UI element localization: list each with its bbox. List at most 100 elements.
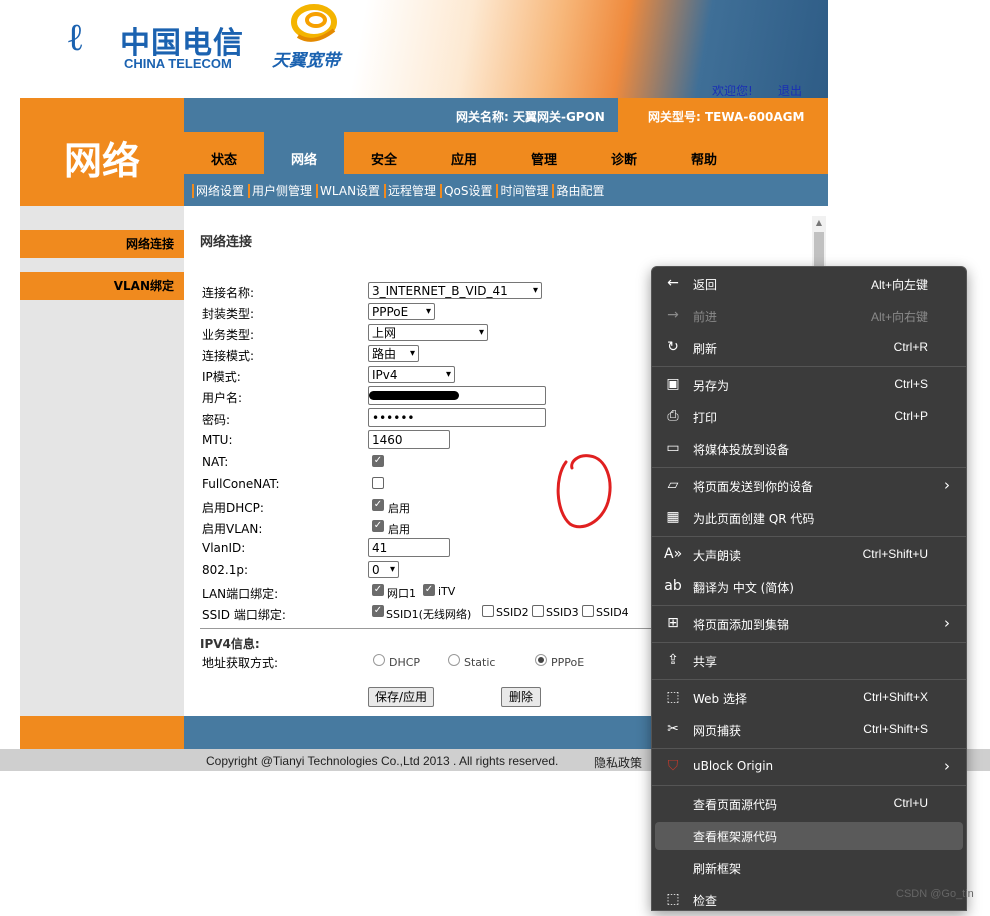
itv-text: iTV <box>438 585 456 598</box>
service-select[interactable]: 上网 ▾ <box>368 324 488 341</box>
menu-save-as[interactable]: ▣ 另存为 Ctrl+S <box>652 369 966 401</box>
fullcone-checkbox[interactable] <box>372 477 384 489</box>
logout-link[interactable]: 退出 <box>778 82 802 99</box>
menu-translate[interactable]: ab 翻译为 中文 (简体) <box>652 571 966 603</box>
encap-label: 封装类型: <box>202 307 255 321</box>
service-value: 上网 <box>372 326 397 340</box>
menu-back[interactable]: ← 返回 Alt+向左键 <box>652 268 966 300</box>
vlan-checkbox[interactable]: ✓ <box>372 520 384 532</box>
subnav-qos[interactable]: QoS设置 <box>440 184 495 198</box>
vlan-enable-text: 启用 <box>388 523 410 536</box>
privacy-link[interactable]: 隐私政策 <box>594 754 642 771</box>
password-input[interactable]: •••••• <box>368 408 546 427</box>
conn-name-label: 连接名称: <box>202 286 255 300</box>
subnav-time[interactable]: 时间管理 <box>496 184 551 198</box>
content-title: 网络连接 <box>200 235 253 250</box>
menu-separator <box>652 366 966 367</box>
nat-checkbox[interactable]: ✓ <box>372 455 384 467</box>
menu-refresh-frame[interactable]: 刷新框架 <box>652 852 966 884</box>
sidebar-item-vlan-binding[interactable]: VLAN绑定 <box>20 272 184 300</box>
tab-status[interactable]: 状态 <box>184 132 264 174</box>
tab-diagnosis[interactable]: 诊断 <box>584 132 664 174</box>
menu-collections[interactable]: ⊞ 将页面添加到集锦 › <box>652 608 966 640</box>
telecom-logo-icon: ℓ <box>68 14 83 59</box>
menu-share[interactable]: ⇪ 共享 <box>652 645 966 677</box>
menu-web-capture-shortcut: Ctrl+Shift+S <box>863 722 928 736</box>
menu-print[interactable]: ⎙ 打印 Ctrl+P <box>652 401 966 433</box>
menu-send-page[interactable]: ▱ 将页面发送到你的设备 › <box>652 470 966 502</box>
red-circle-annotation <box>556 454 612 529</box>
tab-management[interactable]: 管理 <box>504 132 584 174</box>
tab-security[interactable]: 安全 <box>344 132 424 174</box>
menu-web-capture[interactable]: ✂ 网页捕获 Ctrl+Shift+S <box>652 714 966 746</box>
inspect-icon: ⬚ <box>666 891 680 907</box>
tianyi-logo: 天翼宽带 <box>272 2 372 71</box>
menu-forward-label: 前进 <box>693 310 718 324</box>
redaction-mark <box>369 391 459 400</box>
menu-ublock[interactable]: ⛉ uBlock Origin › <box>652 751 966 783</box>
delete-button[interactable]: 删除 <box>501 687 541 707</box>
menu-web-capture-label: 网页捕获 <box>693 724 742 738</box>
menu-read-aloud-shortcut: Ctrl+Shift+U <box>862 547 928 561</box>
ssid2-checkbox[interactable] <box>482 605 494 617</box>
save-apply-button[interactable]: 保存/应用 <box>368 687 434 707</box>
ssid1-text: SSID1(无线网络) <box>386 608 472 621</box>
lan1-text: 网口1 <box>387 587 416 600</box>
menu-forward[interactable]: → 前进 Alt+向右键 <box>652 300 966 332</box>
menu-collections-label: 将页面添加到集锦 <box>693 618 790 632</box>
menu-qr[interactable]: ▦ 为此页面创建 QR 代码 <box>652 502 966 534</box>
chevron-down-icon: ▾ <box>425 306 431 317</box>
ip-mode-select[interactable]: IPv4 ▾ <box>368 366 455 383</box>
radio-dhcp[interactable] <box>373 654 385 666</box>
ssid1-checkbox[interactable]: ✓ <box>372 605 384 617</box>
username-input[interactable] <box>368 386 546 405</box>
ublock-shield-icon: ⛉ <box>667 758 679 774</box>
gateway-name: 网关名称: 天翼网关-GPON <box>456 110 605 124</box>
radio-static[interactable] <box>448 654 460 666</box>
menu-translate-label: 翻译为 中文 (简体) <box>693 581 794 595</box>
subnav-route[interactable]: 路由配置 <box>552 184 607 198</box>
ssid3-text: SSID3 <box>546 606 579 619</box>
menu-view-frame-source[interactable]: 查看框架源代码 <box>655 822 963 850</box>
p8021-value: 0 <box>372 563 380 577</box>
conn-name-value: 3_INTERNET_B_VID_41 <box>372 284 508 298</box>
menu-view-source[interactable]: 查看页面源代码 Ctrl+U <box>652 788 966 820</box>
mtu-input[interactable]: 1460 <box>368 430 450 449</box>
menu-cast[interactable]: ▭ 将媒体投放到设备 <box>652 433 966 465</box>
itv-checkbox[interactable]: ✓ <box>423 584 435 596</box>
menu-inspect-label: 检查 <box>693 894 718 908</box>
radio-pppoe[interactable] <box>535 654 547 666</box>
refresh-icon: ↻ <box>667 339 679 355</box>
menu-read-aloud[interactable]: A» 大声朗读 Ctrl+Shift+U <box>652 539 966 571</box>
subnav-remote[interactable]: 远程管理 <box>384 184 439 198</box>
menu-back-label: 返回 <box>693 278 718 292</box>
device-icon: ▱ <box>667 477 679 493</box>
lan1-checkbox[interactable]: ✓ <box>372 584 384 596</box>
ssid4-checkbox[interactable] <box>582 605 594 617</box>
tab-help[interactable]: 帮助 <box>664 132 744 174</box>
tab-application[interactable]: 应用 <box>424 132 504 174</box>
subnav-wlan[interactable]: WLAN设置 <box>316 184 383 198</box>
menu-send-page-label: 将页面发送到你的设备 <box>693 480 814 494</box>
sidebar-item-network-connection[interactable]: 网络连接 <box>20 230 184 258</box>
mode-select[interactable]: 路由 ▾ <box>368 345 419 362</box>
vlanid-input[interactable]: 41 <box>368 538 450 557</box>
ipv4-title: IPV4信息: <box>200 637 260 651</box>
encap-select[interactable]: PPPoE ▾ <box>368 303 435 320</box>
menu-web-select[interactable]: ⬚ Web 选择 Ctrl+Shift+X <box>652 682 966 714</box>
conn-name-select[interactable]: 3_INTERNET_B_VID_41 ▾ <box>368 282 542 299</box>
menu-refresh[interactable]: ↻ 刷新 Ctrl+R <box>652 332 966 364</box>
menu-separator <box>652 679 966 680</box>
dhcp-checkbox[interactable]: ✓ <box>372 499 384 511</box>
menu-refresh-label: 刷新 <box>693 342 718 356</box>
p8021-select[interactable]: 0 ▾ <box>368 561 399 578</box>
subnav-network-settings[interactable]: 网络设置 <box>192 184 247 198</box>
tab-network[interactable]: 网络 <box>264 132 344 174</box>
ssid3-checkbox[interactable] <box>532 605 544 617</box>
scroll-up-icon[interactable]: ▲ <box>812 216 826 230</box>
collections-icon: ⊞ <box>667 615 679 631</box>
subnav-user-side[interactable]: 用户侧管理 <box>248 184 315 198</box>
fullcone-label: FullConeNAT: <box>202 477 280 491</box>
china-telecom-logo: ℓ 中国电信 CHINA TELECOM <box>68 12 248 71</box>
chevron-right-icon: › <box>944 476 950 494</box>
